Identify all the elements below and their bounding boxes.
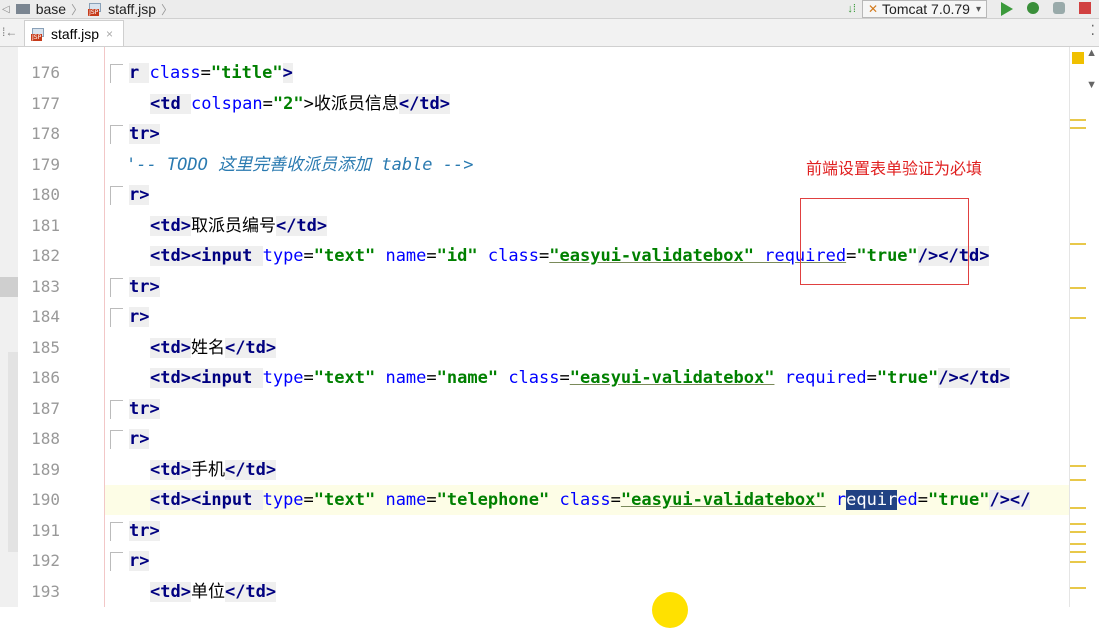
code-line-189: <td>手机</td> [150, 460, 277, 480]
code-line-183: tr> [104, 272, 160, 302]
code-line-187: tr> [104, 394, 160, 424]
code-line-186: <td><input type="text" name="name" class… [150, 368, 1010, 388]
breadcrumb-separator-icon: 〉 [161, 2, 174, 17]
stripe-mark[interactable] [1070, 587, 1086, 589]
stripe-mark[interactable] [1070, 507, 1086, 509]
fold-marker-icon[interactable] [110, 429, 123, 449]
code-line-192: r> [104, 546, 150, 576]
fold-marker-icon[interactable] [110, 307, 123, 327]
code-line-184: r> [104, 302, 150, 332]
line-number[interactable]: 187 [18, 394, 60, 424]
fold-marker-icon[interactable] [110, 277, 123, 297]
fold-marker-icon[interactable] [110, 521, 123, 541]
fold-marker-icon[interactable] [110, 124, 123, 144]
fold-marker-icon[interactable] [110, 185, 123, 205]
line-number[interactable]: 193 [18, 577, 60, 607]
code-line-191: tr> [104, 516, 160, 546]
stop-button[interactable] [1079, 2, 1093, 16]
code-line-176: r class="title"> [104, 58, 293, 88]
stripe-mark[interactable] [1070, 543, 1086, 545]
run-toolbar: ↓⁞ ✕ Tomcat 7.0.79 ▾ [847, 0, 1099, 18]
gutter-marker [0, 277, 18, 297]
chevron-down-icon: ▾ [975, 3, 981, 15]
stripe-mark[interactable] [1070, 243, 1086, 245]
line-number[interactable]: 176 [18, 58, 60, 88]
cursor-highlight [652, 592, 688, 628]
stripe-mark[interactable] [1070, 287, 1086, 289]
annotation-box [800, 198, 969, 285]
code-area[interactable]: r class="title"> <td colspan="2">收派员信息</… [104, 47, 1070, 607]
run-configuration-select[interactable]: ✕ Tomcat 7.0.79 ▾ [861, 0, 987, 18]
gutter: 176 177 178 179 180 181 182 183 184 185 186 187 188 1… [0, 47, 104, 607]
right-margin-guide [104, 47, 105, 607]
code-line-180: r> [104, 180, 150, 210]
line-number[interactable]: 189 [18, 455, 60, 485]
folder-icon [15, 4, 30, 14]
fold-marker-icon[interactable] [110, 551, 123, 571]
stripe-mark[interactable] [1070, 531, 1086, 533]
stripe-mark[interactable] [1070, 127, 1086, 129]
line-number[interactable]: 190 [18, 485, 60, 515]
breadcrumb-file[interactable]: staff.jsp [108, 1, 156, 17]
error-stripe[interactable]: ▲ ▼ [1069, 47, 1099, 607]
scroll-up-icon[interactable]: ▲ [1086, 47, 1097, 59]
fold-marker-icon[interactable] [110, 63, 123, 83]
breadcrumb-arrow-icon: ◁ [2, 3, 10, 15]
code-line-181: <td>取派员编号</td> [150, 216, 328, 236]
run-configuration-label: Tomcat 7.0.79 [882, 1, 970, 17]
stripe-mark[interactable] [1070, 523, 1086, 525]
jsp-file-icon [88, 3, 102, 16]
tomcat-icon: ✕ [867, 2, 879, 16]
tab-label: staff.jsp [51, 25, 99, 42]
stripe-mark[interactable] [1070, 551, 1086, 553]
line-number[interactable]: 185 [18, 333, 60, 363]
line-number[interactable]: 183 [18, 272, 60, 302]
code-line-193: <td>单位</td> [150, 582, 277, 602]
fold-marker-icon[interactable] [110, 399, 123, 419]
stripe-mark[interactable] [1070, 119, 1086, 121]
line-number[interactable]: 188 [18, 424, 60, 454]
navigation-bar: ◁ base 〉 staff.jsp 〉 ↓⁞ ✕ Tomcat 7.0.79 … [0, 0, 1099, 19]
line-number[interactable]: 180 [18, 180, 60, 210]
pin-icon[interactable]: ⁞← [2, 25, 17, 39]
line-number[interactable]: 181 [18, 211, 60, 241]
jsp-file-icon [31, 27, 45, 41]
debug-button[interactable] [1027, 2, 1041, 16]
code-editor[interactable]: 176 177 178 179 180 181 182 183 184 185 186 187 188 1… [0, 47, 1099, 607]
code-line-188: r> [104, 424, 150, 454]
line-number[interactable]: 192 [18, 546, 60, 576]
line-number[interactable]: 177 [18, 89, 60, 119]
gutter-strip [0, 47, 18, 607]
line-number[interactable]: 186 [18, 363, 60, 393]
coverage-button[interactable] [1053, 2, 1067, 16]
stripe-mark[interactable] [1070, 465, 1086, 467]
code-line-178: tr> [104, 119, 160, 149]
breadcrumb: ◁ base 〉 staff.jsp 〉 [0, 0, 178, 18]
build-icon[interactable]: ↓⁞ [847, 3, 856, 15]
run-button[interactable] [1001, 2, 1015, 16]
code-line-179: '-- TODO 这里完善收派员添加 table --> [126, 155, 474, 175]
code-line-177: <td colspan="2">收派员信息</td> [150, 94, 451, 114]
text-selection[interactable]: equir [846, 490, 898, 510]
gutter-marker [8, 352, 18, 552]
scroll-down-icon[interactable]: ▼ [1086, 79, 1097, 91]
close-icon[interactable]: × [106, 27, 113, 41]
line-number[interactable]: 178 [18, 119, 60, 149]
breadcrumb-separator-icon: 〉 [71, 2, 84, 17]
code-line-190: <td><input type="text" name="telephone" … [150, 490, 1031, 510]
line-number[interactable]: 184 [18, 302, 60, 332]
line-number[interactable]: 179 [18, 150, 60, 180]
stripe-mark[interactable] [1070, 317, 1086, 319]
tab-menu-icon[interactable]: ⁚ [1091, 22, 1095, 39]
editor-tab-bar: ⁞← staff.jsp × ⁚ [0, 19, 1099, 47]
breadcrumb-folder[interactable]: base [36, 1, 66, 17]
stripe-mark[interactable] [1070, 479, 1086, 481]
annotation-text: 前端设置表单验证为必填 [806, 159, 983, 178]
line-number[interactable]: 182 [18, 241, 60, 271]
code-line-185: <td>姓名</td> [150, 338, 277, 358]
line-number[interactable]: 191 [18, 516, 60, 546]
warning-icon[interactable] [1072, 52, 1084, 64]
stripe-mark[interactable] [1070, 561, 1086, 563]
tab-staff-jsp[interactable]: staff.jsp × [24, 20, 124, 46]
